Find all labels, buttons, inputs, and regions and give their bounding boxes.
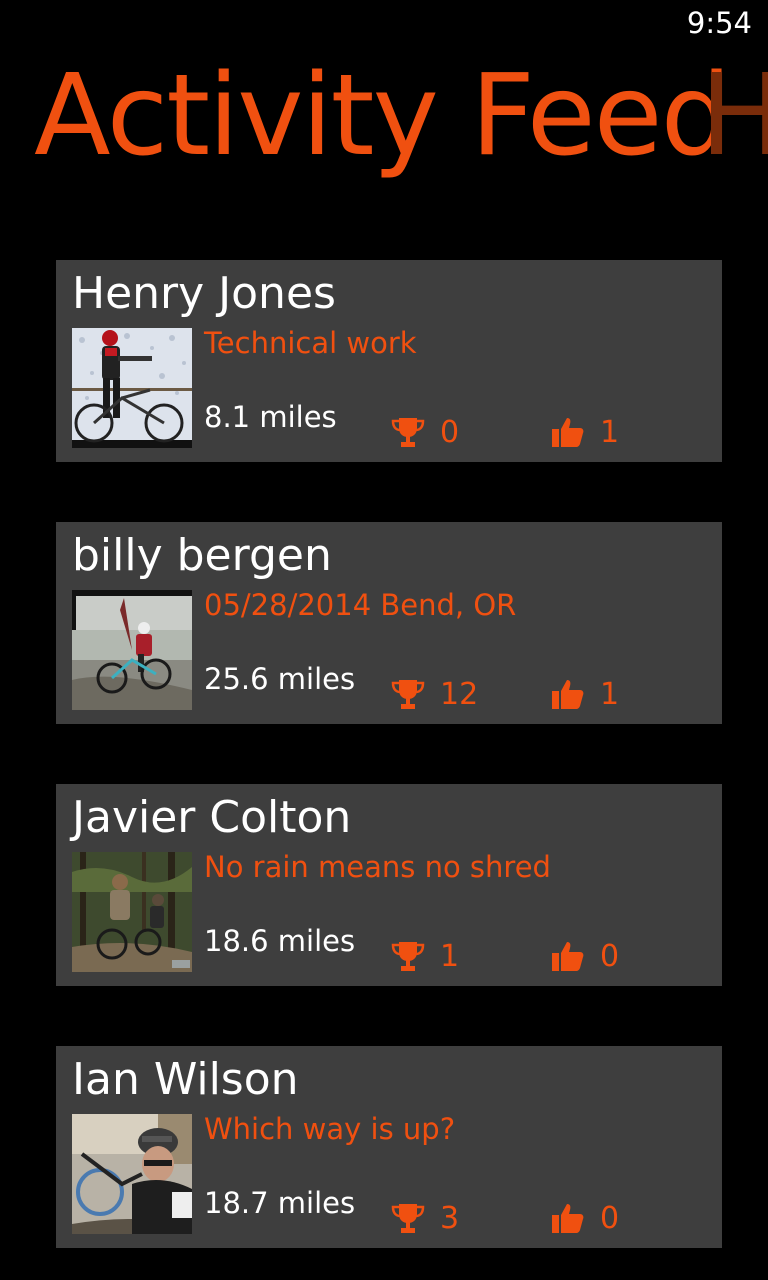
- like-count-value: 0: [600, 1200, 620, 1236]
- activity-distance: 8.1 miles: [204, 400, 337, 434]
- trophy-count-value: 0: [440, 414, 460, 450]
- activity-photo: [72, 590, 192, 710]
- thumbs-up-icon: [552, 942, 584, 971]
- like-count-value: 1: [600, 676, 620, 712]
- activity-title: No rain means no shred: [204, 850, 551, 884]
- next-pivot-title[interactable]: H: [700, 60, 768, 172]
- page-title[interactable]: Activity Feed: [34, 60, 732, 172]
- activity-title: Technical work: [204, 326, 417, 360]
- activity-distance: 18.6 miles: [204, 924, 356, 958]
- activity-card[interactable]: billy bergen 05/28/2014 Bend, OR 25.6 mi…: [56, 522, 722, 724]
- trophy-count[interactable]: 3: [390, 1198, 459, 1238]
- activity-card[interactable]: Javier Colton No rain means no shred 18.…: [56, 784, 722, 986]
- athlete-name: Javier Colton: [72, 792, 352, 843]
- activity-title: 05/28/2014 Bend, OR: [204, 588, 517, 622]
- like-count-value: 0: [600, 938, 620, 974]
- trophy-count[interactable]: 0: [390, 412, 459, 452]
- trophy-count-value: 12: [440, 676, 479, 712]
- trophy-icon: [391, 1204, 425, 1233]
- status-time: 9:54: [686, 6, 752, 40]
- thumbs-up-icon: [552, 680, 584, 709]
- trophy-icon: [391, 680, 425, 709]
- like-count[interactable]: 1: [550, 674, 619, 714]
- activity-photo: [72, 328, 192, 448]
- trophy-count[interactable]: 12: [390, 674, 478, 714]
- activity-distance: 25.6 miles: [204, 662, 356, 696]
- activity-distance: 18.7 miles: [204, 1186, 356, 1220]
- trophy-count-value: 3: [440, 1200, 460, 1236]
- trophy-count-value: 1: [440, 938, 460, 974]
- activity-card[interactable]: Henry Jones Technical work 8.1 miles 0 1: [56, 260, 722, 462]
- like-count[interactable]: 1: [550, 412, 619, 452]
- trophy-count[interactable]: 1: [390, 936, 459, 976]
- activity-card[interactable]: Ian Wilson Which way is up? 18.7 miles 3…: [56, 1046, 722, 1248]
- like-count[interactable]: 0: [550, 1198, 619, 1238]
- activity-title: Which way is up?: [204, 1112, 456, 1146]
- trophy-icon: [391, 942, 425, 971]
- thumbs-up-icon: [552, 1204, 584, 1233]
- athlete-name: billy bergen: [72, 530, 332, 581]
- athlete-name: Henry Jones: [72, 268, 336, 319]
- activity-photo: [72, 852, 192, 972]
- activity-photo: [72, 1114, 192, 1234]
- thumbs-up-icon: [552, 418, 584, 447]
- like-count[interactable]: 0: [550, 936, 619, 976]
- athlete-name: Ian Wilson: [72, 1054, 299, 1105]
- like-count-value: 1: [600, 414, 620, 450]
- trophy-icon: [391, 418, 425, 447]
